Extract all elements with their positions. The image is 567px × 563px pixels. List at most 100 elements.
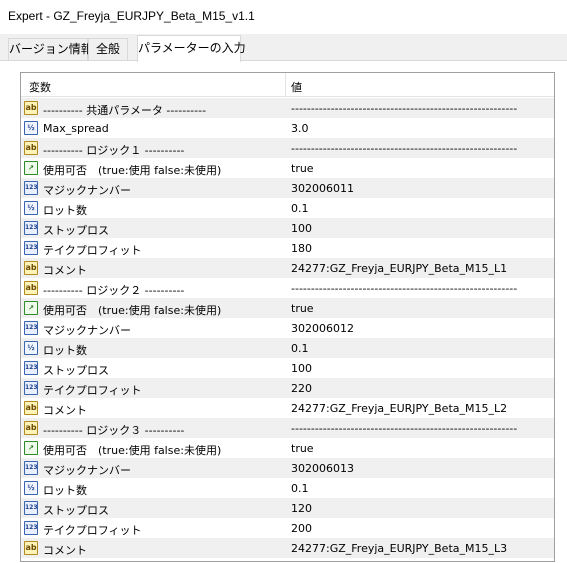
double-type-icon: ½: [24, 481, 38, 495]
parameters-table: 変数 値 ab ---------- 共通パラメータ ---------- ----…: [20, 72, 555, 562]
parameter-value[interactable]: 24277:GZ_Freyja_EURJPY_Beta_M15_L1: [291, 262, 507, 275]
header-value[interactable]: 値: [291, 79, 302, 95]
parameter-name: テイクプロフィット: [43, 244, 142, 257]
integer-type-icon: 123: [24, 501, 38, 515]
table-row[interactable]: ab コメント 24277:GZ_Freyja_EURJPY_Beta_M15_L1: [21, 258, 554, 278]
header-variable[interactable]: 変数: [29, 79, 51, 95]
parameter-name: ロット数: [43, 344, 87, 357]
parameter-name: ロット数: [43, 484, 87, 497]
parameter-value[interactable]: 302006013: [291, 462, 354, 475]
parameter-name: ストップロス: [43, 224, 109, 237]
string-type-icon: ab: [24, 421, 38, 435]
parameter-name: 使用可否 (true:使用 false:未使用): [43, 444, 222, 457]
bool-type-icon: ↗: [24, 161, 38, 175]
integer-type-icon: 123: [24, 361, 38, 375]
parameter-name: コメント: [43, 264, 87, 277]
parameter-name: ---------- 共通パラメータ ----------: [43, 104, 207, 117]
table-row[interactable]: ½ ロット数 0.1: [21, 198, 554, 218]
table-row[interactable]: 123 テイクプロフィット 180: [21, 238, 554, 258]
parameter-value[interactable]: 302006012: [291, 322, 354, 335]
parameter-value[interactable]: 24277:GZ_Freyja_EURJPY_Beta_M15_L3: [291, 542, 507, 555]
parameter-value[interactable]: ----------------------------------------…: [291, 142, 517, 155]
table-row[interactable]: 123 テイクプロフィット 200: [21, 518, 554, 538]
table-row[interactable]: 123 ストップロス 120: [21, 498, 554, 518]
double-type-icon: ½: [24, 341, 38, 355]
string-type-icon: ab: [24, 261, 38, 275]
parameter-name: コメント: [43, 404, 87, 417]
parameter-value[interactable]: 0.1: [291, 482, 309, 495]
parameter-name: ---------- ロジック２ ----------: [43, 284, 185, 297]
table-row[interactable]: ↗ 使用可否 (true:使用 false:未使用) true: [21, 298, 554, 318]
tab-parameters[interactable]: パラメーターの入力: [137, 35, 246, 62]
parameter-name: ---------- ロジック３ ----------: [43, 424, 185, 437]
tab-version-info[interactable]: バージョン情報: [8, 38, 93, 60]
integer-type-icon: 123: [24, 381, 38, 395]
parameter-name: マジックナンバー: [43, 184, 131, 197]
table-row[interactable]: ab コメント 24277:GZ_Freyja_EURJPY_Beta_M15_L3: [21, 538, 554, 558]
parameter-value[interactable]: 100: [291, 222, 312, 235]
parameter-value[interactable]: 3.0: [291, 122, 309, 135]
parameter-value[interactable]: 200: [291, 522, 312, 535]
integer-type-icon: 123: [24, 221, 38, 235]
parameter-value[interactable]: 180: [291, 242, 312, 255]
bool-type-icon: ↗: [24, 301, 38, 315]
parameter-name: 使用可否 (true:使用 false:未使用): [43, 164, 222, 177]
table-row[interactable]: ab ---------- ロジック３ ---------- -----------…: [21, 418, 554, 438]
double-type-icon: ½: [24, 201, 38, 215]
integer-type-icon: 123: [24, 241, 38, 255]
table-row[interactable]: ab ---------- ロジック１ ---------- -----------…: [21, 138, 554, 158]
table-row[interactable]: ↗ 使用可否 (true:使用 false:未使用) true: [21, 438, 554, 458]
parameter-value[interactable]: 24277:GZ_Freyja_EURJPY_Beta_M15_L2: [291, 402, 507, 415]
parameter-value[interactable]: 100: [291, 362, 312, 375]
parameter-value[interactable]: ----------------------------------------…: [291, 102, 517, 115]
table-row[interactable]: 123 ストップロス 100: [21, 358, 554, 378]
table-row[interactable]: ↗ 使用可否 (true:使用 false:未使用) true: [21, 158, 554, 178]
parameter-name: コメント: [43, 544, 87, 557]
tab-label: 全般: [95, 42, 120, 56]
table-row[interactable]: 123 マジックナンバー 302006011: [21, 178, 554, 198]
table-row[interactable]: 123 マジックナンバー 302006013: [21, 458, 554, 478]
table-row[interactable]: ½ ロット数 0.1: [21, 478, 554, 498]
parameter-name: マジックナンバー: [43, 324, 131, 337]
parameter-name: ストップロス: [43, 364, 109, 377]
table-row[interactable]: 123 ストップロス 100: [21, 218, 554, 238]
table-row[interactable]: 123 テイクプロフィット 220: [21, 378, 554, 398]
tab-general[interactable]: 全般: [88, 38, 128, 60]
parameter-name: ストップロス: [43, 504, 109, 517]
parameter-name: テイクプロフィット: [43, 384, 142, 397]
table-row[interactable]: ab ---------- 共通パラメータ ---------- ---------…: [21, 98, 554, 118]
window-title: Expert - GZ_Freyja_EURJPY_Beta_M15_v1.1: [8, 9, 255, 23]
parameter-value[interactable]: 120: [291, 502, 312, 515]
table-row[interactable]: 123 マジックナンバー 302006012: [21, 318, 554, 338]
parameter-name: 使用可否 (true:使用 false:未使用): [43, 304, 222, 317]
table-row[interactable]: ab ---------- ロジック２ ---------- -----------…: [21, 278, 554, 298]
tab-label: バージョン情報: [9, 42, 93, 56]
parameter-value[interactable]: ----------------------------------------…: [291, 282, 517, 295]
parameter-value[interactable]: 0.1: [291, 202, 309, 215]
parameter-value[interactable]: 0.1: [291, 342, 309, 355]
parameter-value[interactable]: 220: [291, 382, 312, 395]
parameter-value[interactable]: true: [291, 302, 314, 315]
parameter-name: テイクプロフィット: [43, 524, 142, 537]
parameter-name: ---------- ロジック１ ----------: [43, 144, 185, 157]
parameter-value[interactable]: 302006011: [291, 182, 354, 195]
string-type-icon: ab: [24, 281, 38, 295]
string-type-icon: ab: [24, 141, 38, 155]
title-bar: Expert - GZ_Freyja_EURJPY_Beta_M15_v1.1: [0, 0, 567, 34]
integer-type-icon: 123: [24, 521, 38, 535]
string-type-icon: ab: [24, 401, 38, 415]
parameter-value[interactable]: ----------------------------------------…: [291, 422, 517, 435]
table-row[interactable]: ½ Max_spread 3.0: [21, 118, 554, 138]
double-type-icon: ½: [24, 121, 38, 135]
string-type-icon: ab: [24, 101, 38, 115]
table-row[interactable]: ab コメント 24277:GZ_Freyja_EURJPY_Beta_M15_L2: [21, 398, 554, 418]
integer-type-icon: 123: [24, 461, 38, 475]
integer-type-icon: 123: [24, 181, 38, 195]
parameter-value[interactable]: true: [291, 162, 314, 175]
parameter-name: Max_spread: [43, 122, 109, 135]
table-header: 変数 値: [21, 73, 554, 97]
column-separator[interactable]: [285, 73, 286, 97]
bool-type-icon: ↗: [24, 441, 38, 455]
parameter-value[interactable]: true: [291, 442, 314, 455]
table-row[interactable]: ½ ロット数 0.1: [21, 338, 554, 358]
